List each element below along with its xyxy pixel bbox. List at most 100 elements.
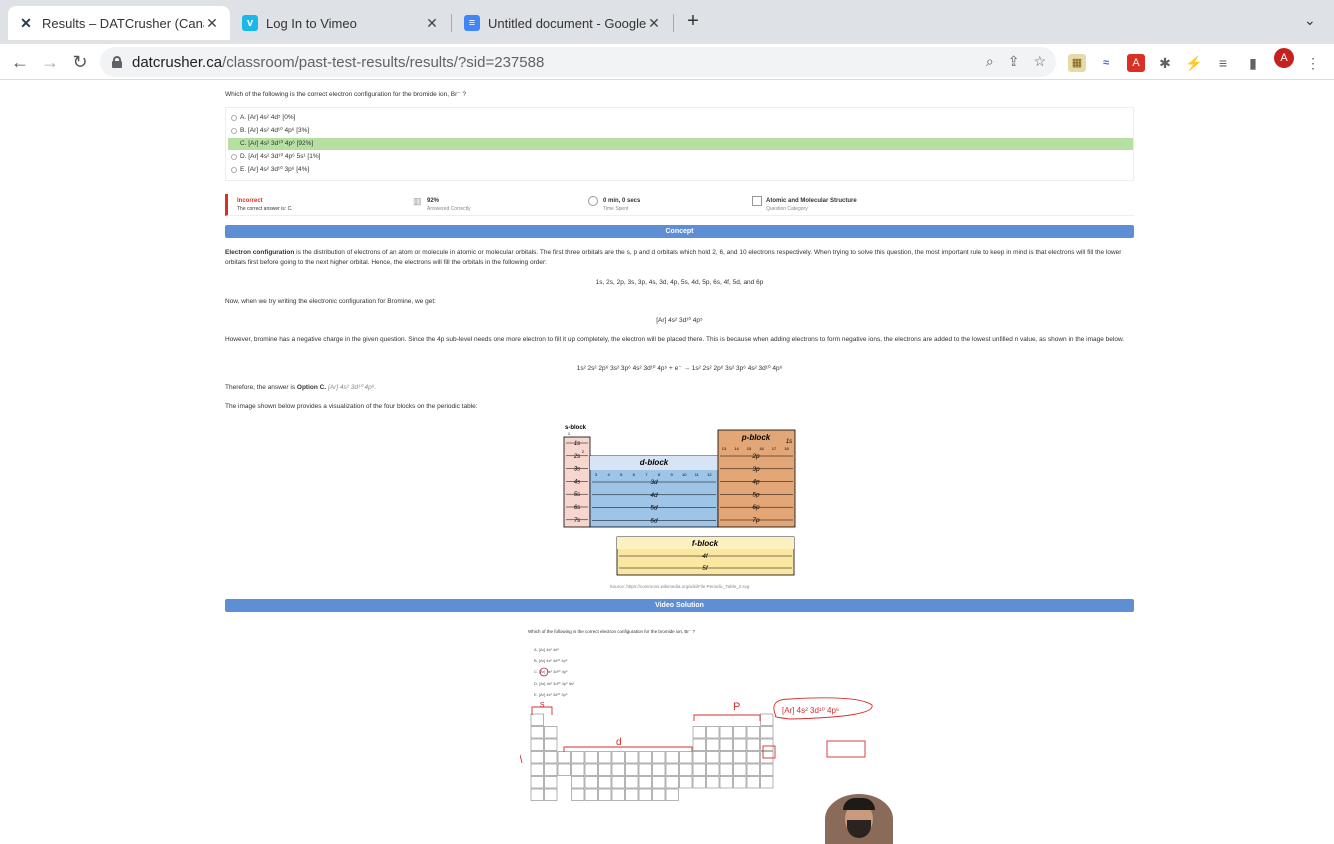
element-cell bbox=[719, 763, 733, 776]
orbital-label: 1s bbox=[786, 439, 792, 445]
tab-title: Untitled document - Google Docs bbox=[488, 15, 646, 31]
element-cell bbox=[733, 763, 747, 776]
new-tab-button[interactable]: + bbox=[682, 10, 704, 32]
orbital-label: 7p bbox=[752, 517, 760, 524]
orbital-label: 5p bbox=[752, 491, 760, 498]
element-cell bbox=[625, 763, 639, 776]
concept-header: Concept bbox=[225, 225, 1134, 238]
chevron-down-icon[interactable]: ⌄ bbox=[1304, 12, 1316, 29]
tab-google-docs[interactable]: ≡ Untitled document - Google Docs ✕ bbox=[454, 6, 672, 40]
element-cell bbox=[746, 763, 760, 776]
correct-answer-note: The correct answer is: C. bbox=[237, 206, 293, 212]
group-number: 18 bbox=[784, 446, 789, 451]
radio-icon[interactable] bbox=[231, 128, 237, 134]
element-cell bbox=[746, 738, 760, 751]
element-cell bbox=[530, 763, 544, 776]
reload-icon[interactable]: ↻ bbox=[68, 50, 92, 74]
concept-paragraph-4: Therefore, the answer is Option C. [Ar] … bbox=[225, 384, 377, 391]
lock-icon bbox=[112, 56, 122, 68]
side-panel-icon[interactable]: ▮ bbox=[1244, 54, 1262, 72]
p-block-label: p-block bbox=[741, 433, 771, 442]
element-cell bbox=[706, 751, 720, 764]
tab-datcrusher[interactable]: ✕ Results – DATCrusher (Canada) ✕ bbox=[8, 6, 230, 40]
radio-icon[interactable] bbox=[231, 154, 237, 160]
back-icon[interactable]: ← bbox=[8, 50, 32, 74]
svg-text:P: P bbox=[733, 701, 740, 713]
element-cell bbox=[652, 776, 666, 789]
radio-icon[interactable] bbox=[231, 115, 237, 121]
star-icon[interactable]: ☆ bbox=[1033, 53, 1046, 70]
element-cell bbox=[625, 751, 639, 764]
orbital-label: 6d bbox=[650, 517, 658, 524]
group-number: 17 bbox=[772, 446, 777, 451]
element-cell bbox=[760, 763, 774, 776]
group-number: 10 bbox=[682, 472, 687, 477]
status-badge: Incorrect bbox=[237, 198, 263, 204]
performance-icon[interactable]: ⚡ bbox=[1185, 54, 1203, 72]
element-cell bbox=[544, 788, 558, 801]
element-cell bbox=[638, 751, 652, 764]
close-icon[interactable]: ✕ bbox=[204, 15, 220, 32]
element-cell bbox=[530, 738, 544, 751]
option-b[interactable]: B. [Ar] 4s² 4d¹⁰ 4p⁶ [3%] bbox=[228, 125, 1133, 137]
orbital-label: 1s bbox=[574, 441, 580, 447]
orbital-label: 3p bbox=[752, 466, 760, 473]
group-number: 12 bbox=[707, 472, 712, 477]
tab-bar: ✕ Results – DATCrusher (Canada) ✕ v Log … bbox=[0, 0, 1334, 44]
url-text: datcrusher.ca/classroom/past-test-result… bbox=[132, 53, 545, 71]
option-d[interactable]: D. [Ar] 4s² 3d¹⁰ 4p⁶ 5s¹ [1%] bbox=[228, 151, 1133, 163]
element-cell bbox=[530, 776, 544, 789]
orbital-label: 4d bbox=[650, 492, 658, 499]
element-cell bbox=[625, 776, 639, 789]
element-cell bbox=[719, 738, 733, 751]
media-icon[interactable]: ≡ bbox=[1214, 54, 1232, 72]
element-cell bbox=[584, 751, 598, 764]
element-cell bbox=[544, 763, 558, 776]
puzzle-icon[interactable]: ✱ bbox=[1156, 54, 1174, 72]
avatar[interactable]: A bbox=[1274, 48, 1294, 68]
element-cell bbox=[733, 738, 747, 751]
element-cell bbox=[719, 776, 733, 789]
radio-icon[interactable] bbox=[231, 167, 237, 173]
element-cell bbox=[544, 751, 558, 764]
result-summary: Incorrect The correct answer is: C. ▥ 92… bbox=[225, 194, 1134, 216]
instructor-video-feed bbox=[825, 794, 893, 844]
element-cell bbox=[584, 788, 598, 801]
element-cell bbox=[530, 788, 544, 801]
element-cell bbox=[598, 763, 612, 776]
tab-vimeo[interactable]: v Log In to Vimeo ✕ bbox=[232, 6, 450, 40]
element-cell bbox=[746, 776, 760, 789]
element-cell bbox=[598, 751, 612, 764]
element-cell bbox=[584, 776, 598, 789]
element-cell bbox=[544, 776, 558, 789]
close-icon[interactable]: ✕ bbox=[646, 15, 662, 32]
menu-icon[interactable]: ⋮ bbox=[1304, 54, 1322, 72]
option-c[interactable]: C. [Ar] 4s² 3d¹⁰ 4p⁶ [92%] bbox=[228, 138, 1133, 150]
option-e[interactable]: E. [Ar] 4s² 3d¹⁰ 3p⁶ [4%] bbox=[228, 164, 1133, 176]
element-cell bbox=[760, 726, 774, 739]
ion-equation: 1s² 2s² 2p⁶ 3s² 3p⁶ 4s² 3d¹⁰ 4p⁵ + e⁻ → … bbox=[576, 365, 783, 372]
wave-extension-icon[interactable]: ≈ bbox=[1097, 54, 1115, 72]
orbital-label: 6p bbox=[752, 504, 760, 511]
element-cell bbox=[611, 788, 625, 801]
element-cell bbox=[679, 776, 693, 789]
close-icon[interactable]: ✕ bbox=[424, 15, 440, 32]
element-cell bbox=[733, 726, 747, 739]
element-cell bbox=[665, 751, 679, 764]
address-bar[interactable]: datcrusher.ca/classroom/past-test-result… bbox=[100, 47, 1056, 77]
element-cell bbox=[598, 788, 612, 801]
orbital-label: 5s bbox=[574, 492, 580, 498]
forward-icon[interactable]: → bbox=[38, 50, 62, 74]
d-block-label: d-block bbox=[640, 458, 669, 467]
video-player[interactable]: Which of the following is the correct el… bbox=[520, 621, 900, 844]
svg-text:d: d bbox=[616, 737, 622, 748]
calculator-extension-icon[interactable]: ▦ bbox=[1068, 54, 1086, 72]
element-cell bbox=[625, 788, 639, 801]
option-a[interactable]: A. [Ar] 4s² 4d⁵ [0%] bbox=[228, 112, 1133, 124]
element-cell bbox=[760, 776, 774, 789]
zoom-icon[interactable]: ⌕ bbox=[986, 53, 994, 70]
share-icon[interactable]: ⇪ bbox=[1008, 53, 1020, 70]
vimeo-icon: v bbox=[242, 15, 258, 31]
element-cell bbox=[530, 751, 544, 764]
pdf-extension-icon[interactable]: A bbox=[1127, 54, 1145, 72]
